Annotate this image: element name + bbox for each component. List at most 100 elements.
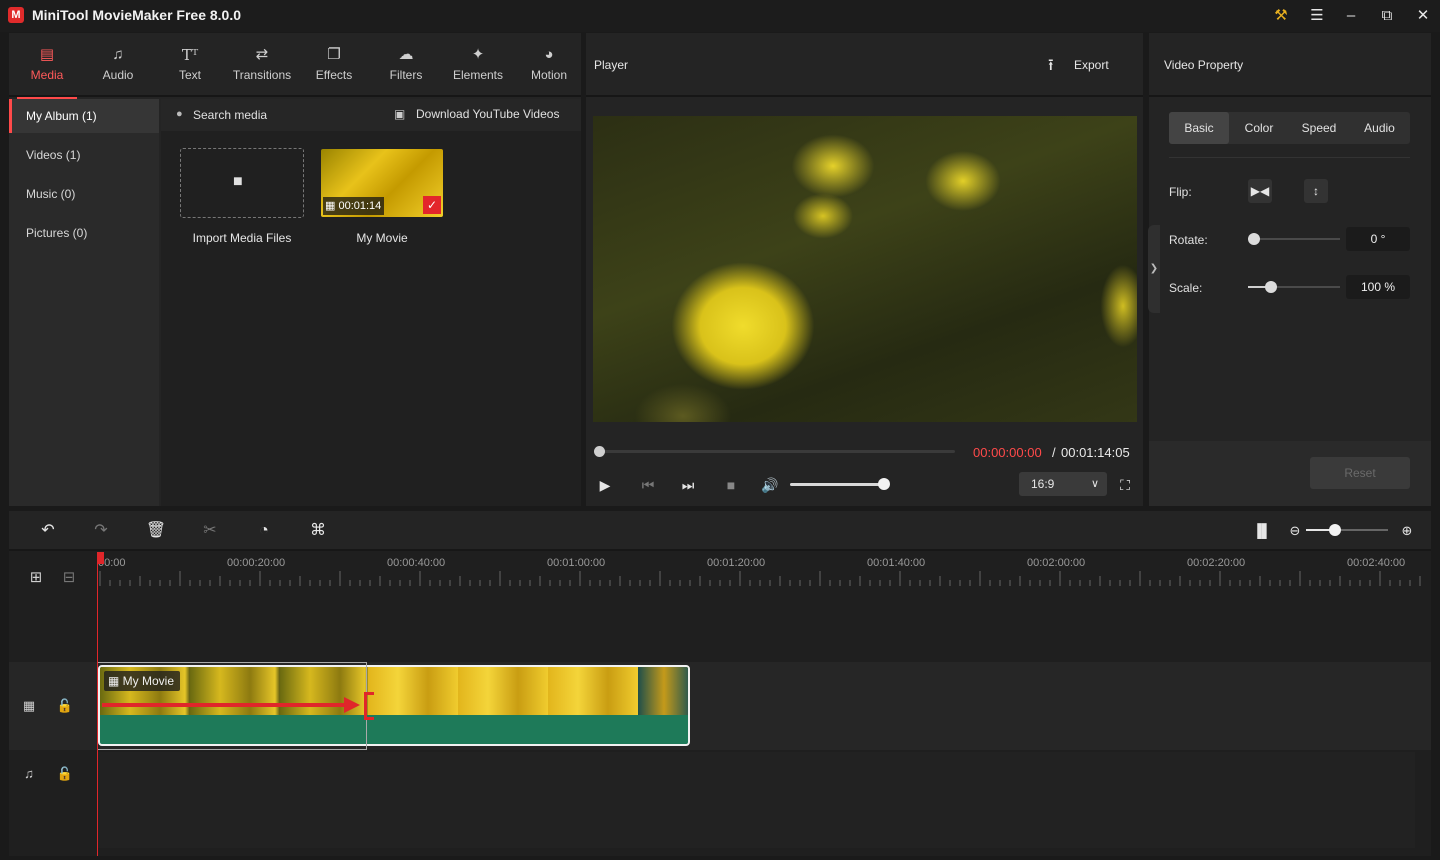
tab-basic[interactable]: Basic bbox=[1169, 112, 1229, 144]
search-input[interactable]: Search media bbox=[193, 108, 267, 122]
zoom-out-button[interactable]: ⊖ bbox=[1282, 518, 1308, 544]
thumbnail-label: My Movie bbox=[356, 231, 408, 245]
volume-slider[interactable] bbox=[790, 483, 884, 486]
remove-track-icon: ⊟ bbox=[62, 569, 76, 586]
tab-media[interactable]: ▤ Media bbox=[11, 33, 83, 99]
remove-track-button[interactable]: ⊟ bbox=[60, 568, 78, 586]
crop-button[interactable]: ⌘ bbox=[305, 518, 331, 544]
property-header: Video Property bbox=[1149, 33, 1431, 97]
lock-audio-track-button[interactable]: 🔓 bbox=[56, 766, 74, 782]
next-frame-button[interactable]: ⏭ bbox=[677, 474, 699, 496]
zoom-in-button[interactable]: ⊕ bbox=[1394, 518, 1420, 544]
media-icon: ▤ bbox=[39, 46, 55, 63]
download-youtube-button[interactable]: Download YouTube Videos bbox=[416, 107, 559, 121]
speaker-icon: 🔊 bbox=[761, 477, 779, 493]
music-track-icon: ♫ bbox=[24, 766, 34, 781]
album-item-videos[interactable]: Videos (1) bbox=[9, 138, 159, 172]
playhead-handle[interactable] bbox=[97, 552, 104, 564]
rotate-label: Rotate: bbox=[1169, 233, 1208, 247]
flip-horizontal-button[interactable]: ▶◀ bbox=[1248, 179, 1272, 203]
flip-horizontal-icon: ▶◀ bbox=[1250, 184, 1270, 198]
export-icon: ⭱ bbox=[1048, 57, 1054, 74]
app-title: MiniTool MovieMaker Free 8.0.0 bbox=[32, 7, 242, 23]
clip-frames bbox=[638, 667, 688, 715]
add-track-button[interactable]: ⊞ bbox=[27, 568, 45, 586]
rotate-slider[interactable] bbox=[1248, 238, 1340, 240]
video-track-icon: ▦ bbox=[22, 698, 36, 713]
export-button[interactable]: Export bbox=[1074, 58, 1109, 72]
download-icon: ▣ bbox=[394, 107, 406, 121]
minimize-icon[interactable]: – bbox=[1336, 4, 1366, 28]
tab-filters[interactable]: ☁ Filters bbox=[370, 33, 442, 97]
album-item-music[interactable]: Music (0) bbox=[9, 177, 159, 211]
time-separator: / bbox=[1052, 445, 1056, 460]
flip-vertical-button[interactable]: ↕ bbox=[1304, 179, 1328, 203]
delete-button[interactable]: 🗑 bbox=[143, 518, 169, 544]
annotation-arrow bbox=[102, 703, 354, 707]
redo-button[interactable]: ↷ bbox=[88, 518, 114, 544]
previous-frame-button[interactable]: ⏮ bbox=[637, 474, 659, 496]
play-button[interactable]: ▶ bbox=[594, 474, 616, 496]
volume-button[interactable]: 🔊 bbox=[759, 474, 781, 496]
key-icon[interactable]: ⚒ bbox=[1266, 4, 1296, 28]
tab-elements[interactable]: ✦ Elements bbox=[442, 33, 514, 97]
scale-slider-knob[interactable] bbox=[1265, 281, 1277, 293]
album-item-my-album[interactable]: My Album (1) bbox=[9, 99, 159, 133]
lock-track-button[interactable]: 🔓 bbox=[56, 698, 74, 714]
tab-effects[interactable]: ❐ Effects bbox=[298, 33, 370, 97]
skip-forward-icon: ⏭ bbox=[681, 477, 695, 493]
zoom-slider-knob[interactable] bbox=[1329, 524, 1341, 536]
tab-audio-property[interactable]: Audio bbox=[1349, 112, 1410, 144]
import-media-button[interactable]: ■ bbox=[180, 148, 304, 218]
tab-audio[interactable]: ♫ Audio bbox=[82, 33, 154, 97]
transitions-icon: ⇄ bbox=[255, 46, 269, 63]
album-item-pictures[interactable]: Pictures (0) bbox=[9, 216, 159, 250]
media-toolbar: ● Search media ▣ Download YouTube Videos bbox=[161, 99, 581, 131]
player-progress-bar[interactable] bbox=[599, 450, 955, 453]
video-preview bbox=[593, 116, 1137, 422]
annotation-arrow-head bbox=[344, 697, 360, 713]
added-check-icon: ✓ bbox=[423, 196, 441, 214]
chevron-down-icon: ∨ bbox=[1090, 478, 1099, 490]
tab-motion[interactable]: ◕ Motion bbox=[513, 33, 585, 97]
reset-button[interactable]: Reset bbox=[1310, 457, 1410, 489]
tab-transitions[interactable]: ⇄ Transitions bbox=[226, 33, 298, 97]
tab-speed[interactable]: Speed bbox=[1289, 112, 1349, 144]
tab-text[interactable]: Tᵀ Text bbox=[154, 33, 226, 97]
speed-button[interactable]: ◔ bbox=[251, 518, 277, 544]
scissors-icon: ✂ bbox=[203, 522, 217, 539]
fit-timeline-button[interactable]: ▐▌ bbox=[1249, 518, 1275, 544]
player-progress-knob[interactable] bbox=[594, 446, 605, 457]
split-button[interactable]: ✂ bbox=[197, 518, 223, 544]
scale-label: Scale: bbox=[1169, 281, 1203, 295]
trim-handle[interactable] bbox=[364, 692, 374, 720]
undo-button[interactable]: ↶ bbox=[35, 518, 61, 544]
rotate-slider-knob[interactable] bbox=[1248, 233, 1260, 245]
speedometer-icon: ◔ bbox=[259, 522, 269, 539]
volume-knob[interactable] bbox=[878, 478, 890, 490]
zoom-in-icon: ⊕ bbox=[1401, 523, 1413, 538]
music-note-icon: ♫ bbox=[112, 46, 124, 63]
panel-collapse-handle[interactable]: ❯ bbox=[1148, 225, 1160, 313]
property-title: Video Property bbox=[1164, 58, 1244, 72]
filters-icon: ☁ bbox=[398, 46, 414, 63]
stop-button[interactable]: ■ bbox=[720, 474, 742, 496]
trash-icon: 🗑 bbox=[145, 522, 167, 539]
close-icon[interactable]: ✕ bbox=[1408, 4, 1438, 28]
lock-icon: 🔓 bbox=[56, 698, 74, 713]
playhead[interactable] bbox=[97, 553, 98, 856]
rotate-value[interactable]: 0 ° bbox=[1346, 227, 1410, 251]
ruler-label: 00:01:00:00 bbox=[547, 557, 606, 569]
maximize-icon[interactable]: ⧉ bbox=[1372, 4, 1402, 28]
divider bbox=[1169, 157, 1410, 158]
ruler-label: 00:02:40:00 bbox=[1347, 557, 1406, 569]
scale-value[interactable]: 100 % bbox=[1346, 275, 1410, 299]
aspect-ratio-select[interactable]: 16:9 ∨ bbox=[1019, 472, 1107, 496]
menu-icon[interactable]: ☰ bbox=[1302, 4, 1332, 28]
ruler-label: 00:00:40:00 bbox=[387, 557, 446, 569]
tab-color[interactable]: Color bbox=[1229, 112, 1289, 144]
fullscreen-button[interactable]: ⛶ bbox=[1114, 474, 1136, 496]
media-tabs: ▤ Media ♫ Audio Tᵀ Text ⇄ Transitions ❐ … bbox=[9, 33, 581, 99]
audio-track bbox=[97, 752, 1415, 848]
clip-frames bbox=[368, 667, 638, 715]
